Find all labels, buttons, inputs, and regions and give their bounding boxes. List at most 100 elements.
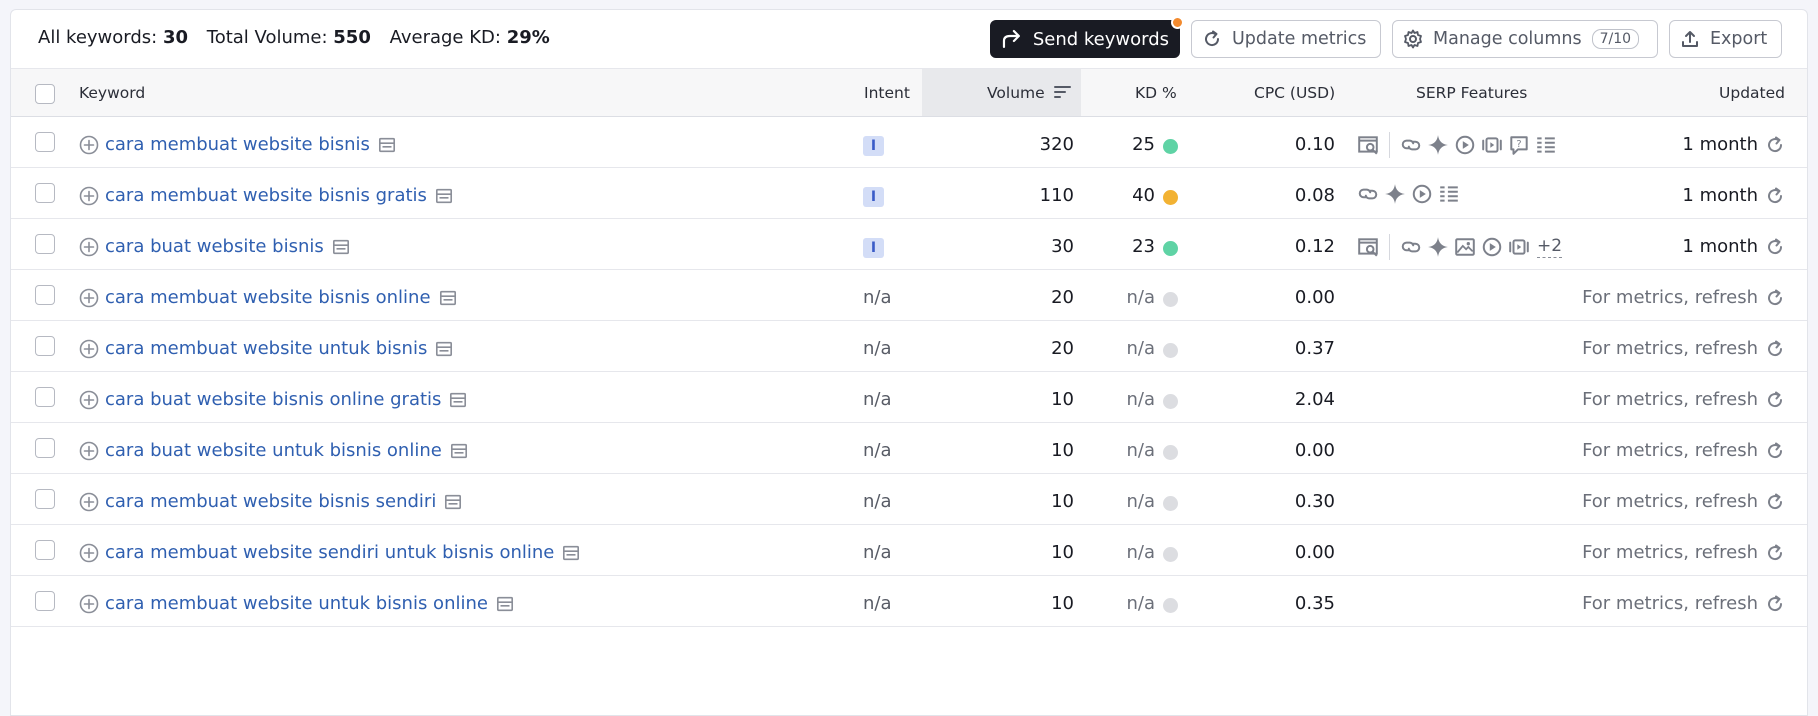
updated-cell[interactable]: 1 month — [1682, 185, 1785, 206]
intent-value: n/a — [863, 440, 892, 461]
add-plus-icon[interactable] — [79, 288, 99, 308]
row-checkbox[interactable] — [35, 132, 55, 152]
refresh-icon[interactable] — [1765, 237, 1785, 257]
updated-cell[interactable]: For metrics, refresh — [1582, 287, 1785, 308]
keyword-link[interactable]: cara buat website untuk bisnis online — [105, 440, 442, 461]
column-header-intent[interactable]: Intent — [864, 84, 910, 102]
kd-value: n/a — [1126, 491, 1155, 512]
notification-dot — [1171, 16, 1184, 29]
serp-snapshot-icon[interactable] — [332, 238, 350, 256]
updated-label: For metrics, refresh — [1582, 389, 1758, 410]
volume-value: 10 — [1051, 542, 1074, 563]
serp-snapshot-icon[interactable] — [435, 187, 453, 205]
keyword-link[interactable]: cara membuat website bisnis — [105, 134, 370, 155]
add-plus-icon[interactable] — [79, 441, 99, 461]
row-checkbox[interactable] — [35, 336, 55, 356]
serp-snapshot-icon[interactable] — [435, 340, 453, 358]
faq-icon: ? — [1510, 136, 1528, 155]
updated-label: 1 month — [1682, 236, 1758, 257]
updated-cell[interactable]: For metrics, refresh — [1582, 440, 1785, 461]
column-header-updated[interactable]: Updated — [1719, 84, 1785, 102]
refresh-icon[interactable] — [1765, 441, 1785, 461]
row-checkbox[interactable] — [35, 489, 55, 509]
updated-cell[interactable]: For metrics, refresh — [1582, 542, 1785, 563]
kd-value: n/a — [1126, 338, 1155, 359]
serp-snapshot-icon[interactable] — [444, 493, 462, 511]
keyword-link[interactable]: cara membuat website bisnis gratis — [105, 185, 427, 206]
row-checkbox[interactable] — [35, 285, 55, 305]
send-keywords-button[interactable]: Send keywords — [990, 16, 1184, 58]
column-header-cpc[interactable]: CPC (USD) — [1254, 84, 1335, 102]
add-plus-icon[interactable] — [79, 543, 99, 563]
add-plus-icon[interactable] — [79, 186, 99, 206]
intent-value: n/a — [863, 593, 892, 614]
keyword-link[interactable]: cara membuat website sendiri untuk bisni… — [105, 542, 554, 563]
column-header-kd[interactable]: KD % — [1135, 84, 1177, 102]
refresh-icon[interactable] — [1765, 543, 1785, 563]
updated-cell[interactable]: For metrics, refresh — [1582, 389, 1785, 410]
export-button[interactable]: Export — [1669, 20, 1782, 58]
row-checkbox[interactable] — [35, 183, 55, 203]
table-row: cara membuat website bisnis I 320 25 0.10? 1 … — [11, 117, 1807, 168]
serp-snapshot-icon[interactable] — [496, 595, 514, 613]
volume-value: 10 — [1051, 440, 1074, 461]
updated-cell[interactable]: For metrics, refresh — [1582, 338, 1785, 359]
keyword-cell: cara buat website bisnis — [79, 236, 350, 257]
add-plus-icon[interactable] — [79, 390, 99, 410]
refresh-icon[interactable] — [1765, 594, 1785, 614]
refresh-icon[interactable] — [1765, 390, 1785, 410]
add-plus-icon[interactable] — [79, 135, 99, 155]
update-metrics-button[interactable]: Update metrics — [1191, 20, 1381, 58]
refresh-icon[interactable] — [1765, 135, 1785, 155]
serp-snapshot-icon[interactable] — [450, 442, 468, 460]
serp-snapshot-icon[interactable] — [378, 136, 396, 154]
keyword-link[interactable]: cara membuat website untuk bisnis — [105, 338, 427, 359]
video-carousel-icon — [1482, 137, 1502, 153]
kd-value: n/a — [1126, 593, 1155, 614]
serp-snapshot-icon[interactable] — [562, 544, 580, 562]
row-checkbox[interactable] — [35, 387, 55, 407]
video-carousel-icon — [1509, 239, 1529, 255]
manage-columns-button[interactable]: Manage columns 7/10 — [1392, 20, 1658, 58]
add-plus-icon[interactable] — [79, 339, 99, 359]
row-checkbox[interactable] — [35, 540, 55, 560]
updated-cell[interactable]: For metrics, refresh — [1582, 593, 1785, 614]
serp-snapshot-icon[interactable] — [449, 391, 467, 409]
updated-cell[interactable]: For metrics, refresh — [1582, 491, 1785, 512]
row-checkbox[interactable] — [35, 438, 55, 458]
updated-cell[interactable]: 1 month — [1682, 236, 1785, 257]
table-header: Keyword Intent Volume KD % CPC (USD) SER… — [11, 68, 1807, 117]
row-checkbox[interactable] — [35, 591, 55, 611]
refresh-icon[interactable] — [1765, 339, 1785, 359]
serp-divider — [1389, 234, 1390, 260]
refresh-icon[interactable] — [1765, 186, 1785, 206]
select-all-checkbox[interactable] — [35, 84, 55, 104]
manage-columns-label: Manage columns — [1433, 29, 1582, 49]
column-header-volume[interactable]: Volume — [987, 84, 1072, 102]
kd-value: n/a — [1126, 440, 1155, 461]
kd-difficulty-dot — [1163, 598, 1178, 613]
table-row: cara membuat website bisnis gratis I 110 40… — [11, 168, 1807, 219]
keyword-link[interactable]: cara membuat website untuk bisnis online — [105, 593, 488, 614]
keyword-link[interactable]: cara buat website bisnis online gratis — [105, 389, 441, 410]
add-plus-icon[interactable] — [79, 492, 99, 512]
updated-cell[interactable]: 1 month — [1682, 134, 1785, 155]
column-header-serp-features[interactable]: SERP Features — [1416, 84, 1527, 102]
serp-more-link[interactable]: +2 — [1537, 236, 1563, 258]
keyword-link[interactable]: cara membuat website bisnis online — [105, 287, 431, 308]
table-icon — [1537, 137, 1555, 153]
column-header-keyword[interactable]: Keyword — [79, 84, 145, 102]
keyword-table-panel: All keywords: 30 Total Volume: 550 Avera… — [10, 9, 1808, 716]
keyword-link[interactable]: cara buat website bisnis — [105, 236, 324, 257]
serp-snapshot-icon[interactable] — [439, 289, 457, 307]
row-checkbox[interactable] — [35, 234, 55, 254]
refresh-icon[interactable] — [1765, 492, 1785, 512]
volume-value: 30 — [1051, 236, 1074, 257]
keyword-cell: cara membuat website bisnis — [79, 134, 396, 155]
export-label: Export — [1710, 29, 1768, 49]
cpc-value: 0.10 — [1294, 134, 1335, 155]
add-plus-icon[interactable] — [79, 237, 99, 257]
keyword-link[interactable]: cara membuat website bisnis sendiri — [105, 491, 436, 512]
refresh-icon[interactable] — [1765, 288, 1785, 308]
add-plus-icon[interactable] — [79, 594, 99, 614]
